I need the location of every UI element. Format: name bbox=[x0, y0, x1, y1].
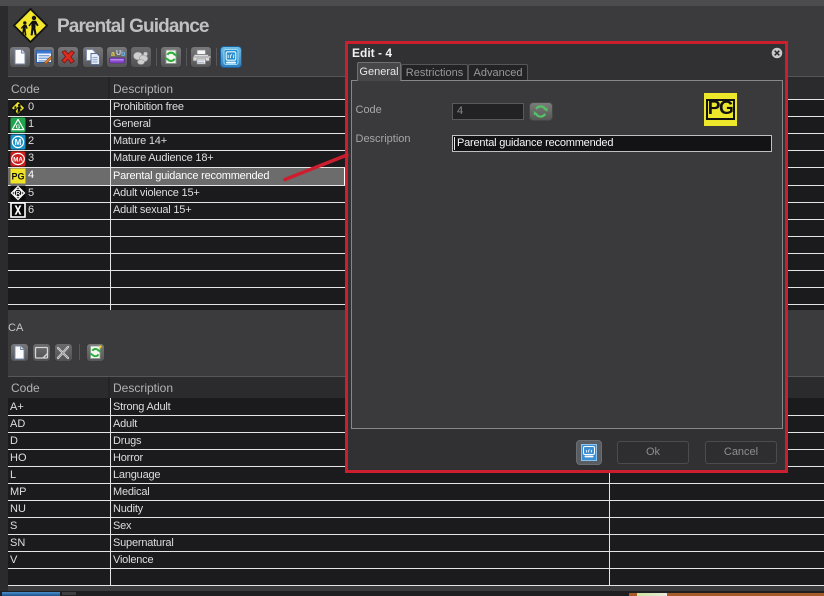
svg-text:a: a bbox=[111, 51, 115, 58]
svg-text:G: G bbox=[16, 125, 21, 131]
svg-text:MA: MA bbox=[13, 156, 23, 163]
svg-text:R: R bbox=[16, 190, 21, 197]
svg-text:PG: PG bbox=[11, 172, 24, 182]
svg-text:b: b bbox=[121, 51, 125, 58]
svg-text:M: M bbox=[15, 138, 22, 147]
